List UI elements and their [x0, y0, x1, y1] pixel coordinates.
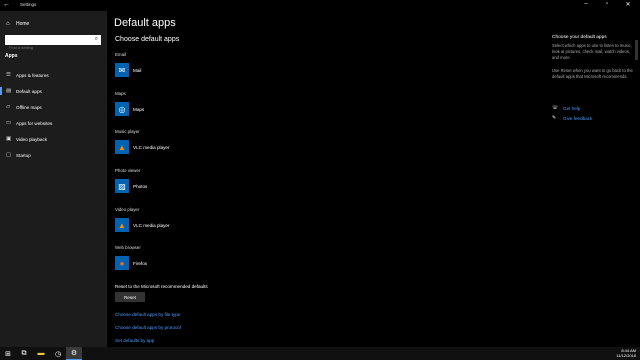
category-label-music-player: Music player: [115, 129, 140, 134]
sidebar-item-label: Video playback: [16, 136, 48, 142]
sidebar-item-label: Default apps: [16, 88, 42, 94]
link-by-protocol[interactable]: Choose default apps by protocol: [115, 325, 181, 330]
home-nav-item[interactable]: ⌂ Home: [6, 21, 29, 27]
feedback-icon: ✎: [552, 115, 557, 121]
search-box: ⌕: [5, 35, 101, 52]
vlc-icon: ▲: [115, 218, 129, 232]
taskbar-clock[interactable]: 8:44 AM 11/12/2018: [616, 348, 636, 358]
sidebar-item-default-apps[interactable]: ▤ Default apps: [0, 84, 107, 98]
list-icon: ☰: [6, 72, 11, 78]
category-label-maps: Maps: [115, 91, 126, 96]
category-label-web-browser: Web browser: [115, 245, 141, 250]
get-help-label: Get help: [563, 105, 581, 111]
sidebar-item-video-playback[interactable]: ▣ Video playback: [0, 132, 107, 146]
web-link-icon: ▭: [6, 120, 12, 126]
scrollbar[interactable]: [635, 40, 638, 60]
window-title: Settings: [20, 2, 37, 7]
sidebar-item-label: Startup: [16, 152, 31, 158]
photos-icon: ▨: [115, 179, 129, 193]
app-name: Firefox: [133, 260, 148, 266]
home-label: Home: [16, 21, 30, 27]
app-name: Mail: [133, 67, 142, 73]
default-apps-icon: ▤: [6, 88, 12, 94]
default-app-email[interactable]: ✉ Mail: [115, 63, 141, 77]
sidebar-item-startup[interactable]: ▢ Startup: [0, 148, 107, 162]
maximize-button[interactable]: ▫: [597, 1, 617, 7]
firefox-icon: ●: [115, 256, 129, 270]
file-explorer-icon[interactable]: ▬: [33, 347, 49, 360]
category-label-video-player: Video player: [115, 207, 140, 212]
app-name: Photos: [133, 183, 148, 189]
home-icon: ⌂: [6, 21, 10, 27]
settings-gear-icon[interactable]: ⚙: [66, 347, 82, 360]
video-icon: ▣: [6, 136, 12, 142]
default-app-maps[interactable]: ◎ Maps: [115, 102, 144, 116]
default-app-web-browser[interactable]: ● Firefox: [115, 256, 147, 270]
help-chat-icon: ☏: [552, 105, 559, 111]
start-windows-icon[interactable]: ⊞: [0, 347, 16, 360]
sidebar: ⌂ Home ⌕ Apps ☰ Apps & features ▤ Defaul…: [0, 11, 107, 347]
sidebar-item-offline-maps[interactable]: ▱ Offline maps: [0, 100, 107, 114]
app-name: Maps: [133, 106, 145, 112]
give-feedback-label: Give feedback: [563, 115, 593, 121]
minimize-button[interactable]: –: [576, 1, 596, 7]
vlc-icon: ▲: [115, 140, 129, 154]
default-app-music-player[interactable]: ▲ VLC media player: [115, 140, 170, 154]
sidebar-item-label: Apps for websites: [16, 120, 53, 126]
close-button[interactable]: ✕: [618, 1, 638, 8]
right-panel-reset-info: Use Reset when you want to go back to th…: [552, 68, 633, 79]
sidebar-item-label: Apps & features: [16, 72, 49, 78]
page-subtitle: Choose default apps: [115, 36, 180, 43]
task-view-icon[interactable]: ⧉: [16, 347, 32, 360]
back-arrow-icon[interactable]: ←: [3, 1, 10, 8]
sidebar-item-apps-for-websites[interactable]: ▭ Apps for websites: [0, 116, 107, 130]
reset-label: Reset to the Microsoft recommended defau…: [115, 284, 208, 289]
get-help-link[interactable]: ☏ Get help: [552, 105, 580, 111]
mail-icon: ✉: [115, 63, 129, 77]
map-icon: ▱: [6, 104, 11, 110]
title-bar: ← Settings – ▫ ✕: [0, 0, 640, 11]
default-app-photo-viewer[interactable]: ▨ Photos: [115, 179, 147, 193]
link-by-file-type[interactable]: Choose default apps by file type: [115, 312, 180, 317]
main-content: Default apps Choose default apps Email ✉…: [107, 11, 640, 347]
section-label: Apps: [5, 53, 18, 59]
give-feedback-link[interactable]: ✎ Give feedback: [552, 115, 592, 121]
taskbar: ⊞ ⧉ ▬ ◷ ⚙ 8:44 AM 11/12/2018: [0, 347, 640, 360]
sidebar-item-apps-features[interactable]: ☰ Apps & features: [0, 68, 107, 82]
clock-date: 11/12/2018: [616, 353, 636, 358]
clock-app-icon[interactable]: ◷: [50, 347, 66, 360]
link-set-defaults-by-app[interactable]: Set defaults by app: [115, 338, 154, 343]
category-label-email: Email: [115, 52, 126, 57]
default-app-video-player[interactable]: ▲ VLC media player: [115, 218, 170, 232]
category-label-photo-viewer: Photo viewer: [115, 168, 141, 173]
app-name: VLC media player: [133, 222, 170, 228]
right-panel-title: Choose your default apps: [552, 35, 607, 40]
search-icon[interactable]: ⌕: [95, 36, 98, 43]
sidebar-item-label: Offline maps: [16, 104, 42, 110]
app-name: VLC media player: [133, 144, 170, 150]
page-title: Default apps: [114, 17, 176, 29]
maps-icon: ◎: [115, 102, 129, 116]
reset-button[interactable]: Reset: [115, 292, 145, 302]
right-panel-description: Select which apps to use to listen to mu…: [552, 43, 632, 60]
search-input[interactable]: [6, 43, 90, 52]
startup-icon: ▢: [6, 152, 12, 158]
